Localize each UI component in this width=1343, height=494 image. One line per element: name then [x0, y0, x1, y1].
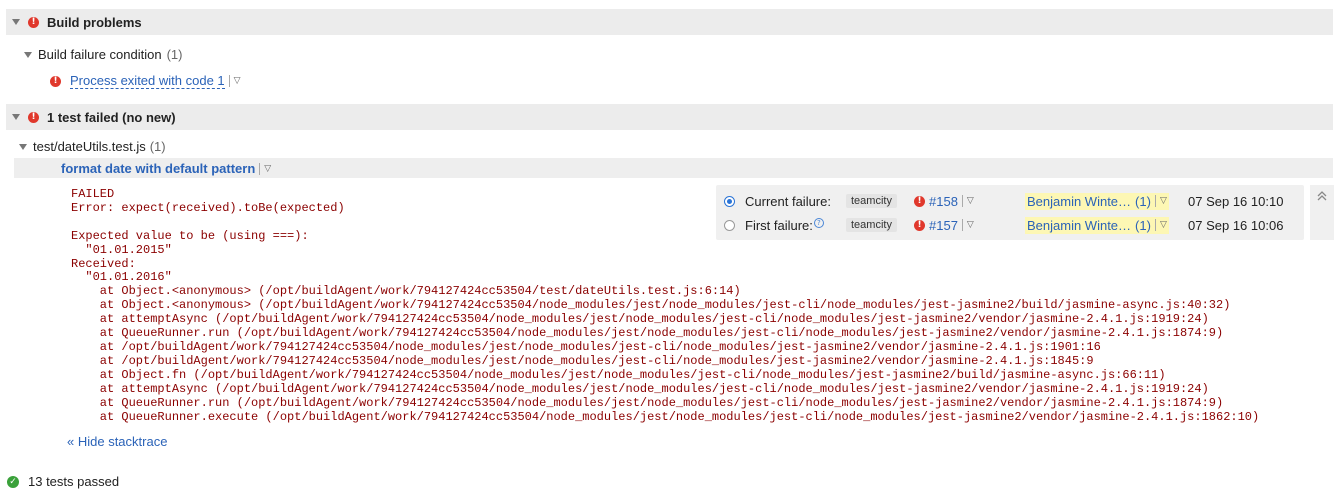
- test-name-row: format date with default pattern ▽: [61, 161, 271, 176]
- failure-history-panel: Current failure: teamcity ! #158 ▽ Benja…: [716, 185, 1304, 240]
- first-failure-row: First failure:? teamcity ! #157 ▽ Benjam…: [716, 213, 1304, 237]
- dropdown-icon[interactable]: ▽: [967, 196, 974, 206]
- build-number[interactable]: #157: [929, 218, 958, 233]
- author-count: (1): [1135, 217, 1151, 233]
- tests-passed-row[interactable]: ✓ 13 tests passed: [7, 474, 119, 489]
- collapse-button[interactable]: [1310, 185, 1334, 240]
- separator: [1154, 195, 1156, 207]
- failure-date: 07 Sep 16 10:10: [1188, 193, 1284, 209]
- error-icon: !: [914, 219, 925, 231]
- author-count: (1): [1135, 193, 1151, 209]
- tests-passed-label: 13 tests passed: [28, 474, 120, 489]
- test-file-count: (1): [149, 139, 166, 154]
- current-failure-radio[interactable]: [724, 195, 735, 207]
- error-icon: !: [50, 75, 61, 87]
- build-number[interactable]: #158: [929, 194, 958, 209]
- build-problems-title: Build problems: [47, 14, 142, 30]
- error-icon: !: [914, 195, 925, 207]
- collapse-triangle-icon[interactable]: [12, 19, 20, 25]
- separator: [259, 162, 261, 175]
- dropdown-icon[interactable]: ▽: [1160, 220, 1167, 230]
- separator: [1154, 219, 1156, 231]
- separator: [228, 75, 230, 87]
- tests-failed-header[interactable]: ! 1 test failed (no new): [6, 104, 1333, 130]
- collapse-triangle-icon[interactable]: [12, 114, 20, 120]
- check-circle-icon: ✓: [7, 475, 19, 488]
- author-chip[interactable]: Benjamin Winte… (1) ▽: [1025, 216, 1169, 234]
- first-failure-label: First failure:: [745, 217, 813, 233]
- failure-date: 07 Sep 16 10:06: [1188, 217, 1284, 233]
- tests-failed-title: 1 test failed (no new): [47, 109, 176, 125]
- help-icon[interactable]: ?: [813, 217, 824, 228]
- error-icon: !: [28, 16, 39, 28]
- test-name-link[interactable]: format date with default pattern: [61, 161, 255, 176]
- author-name[interactable]: Benjamin Winte…: [1027, 218, 1131, 233]
- author-chip[interactable]: Benjamin Winte… (1) ▽: [1025, 192, 1169, 210]
- double-chevron-up-icon: [1317, 191, 1327, 201]
- expand-triangle-icon[interactable]: [19, 143, 27, 150]
- agent-tag[interactable]: teamcity: [846, 218, 897, 232]
- test-file-row[interactable]: test/dateUtils.test.js (1): [19, 139, 166, 154]
- dropdown-icon[interactable]: ▽: [264, 164, 271, 174]
- condition-count: (1): [166, 47, 183, 62]
- hide-stacktrace-link[interactable]: « Hide stacktrace: [67, 434, 167, 449]
- build-problems-header[interactable]: ! Build problems: [6, 9, 1333, 35]
- current-failure-label: Current failure:: [745, 193, 831, 209]
- dropdown-icon[interactable]: ▽: [967, 220, 974, 230]
- build-link: ! #158 ▽: [914, 194, 974, 209]
- agent-tag[interactable]: teamcity: [846, 194, 897, 208]
- problem-row: ! Process exited with code 1 ▽: [50, 73, 241, 89]
- first-failure-radio[interactable]: [724, 219, 735, 231]
- first-failure-label-wrap: First failure:?: [745, 217, 824, 233]
- build-failure-condition[interactable]: Build failure condition (1): [24, 47, 182, 62]
- error-icon: !: [28, 111, 39, 123]
- condition-label: Build failure condition: [38, 47, 162, 62]
- author-name[interactable]: Benjamin Winte…: [1027, 194, 1131, 209]
- separator: [961, 195, 963, 207]
- dropdown-icon[interactable]: ▽: [234, 76, 241, 86]
- build-link: ! #157 ▽: [914, 218, 974, 233]
- dropdown-icon[interactable]: ▽: [1160, 196, 1167, 206]
- separator: [961, 219, 963, 231]
- current-failure-row: Current failure: teamcity ! #158 ▽ Benja…: [716, 189, 1304, 213]
- problem-link[interactable]: Process exited with code 1: [70, 73, 225, 89]
- expand-triangle-icon[interactable]: [24, 51, 32, 58]
- test-file-name: test/dateUtils.test.js: [33, 139, 146, 154]
